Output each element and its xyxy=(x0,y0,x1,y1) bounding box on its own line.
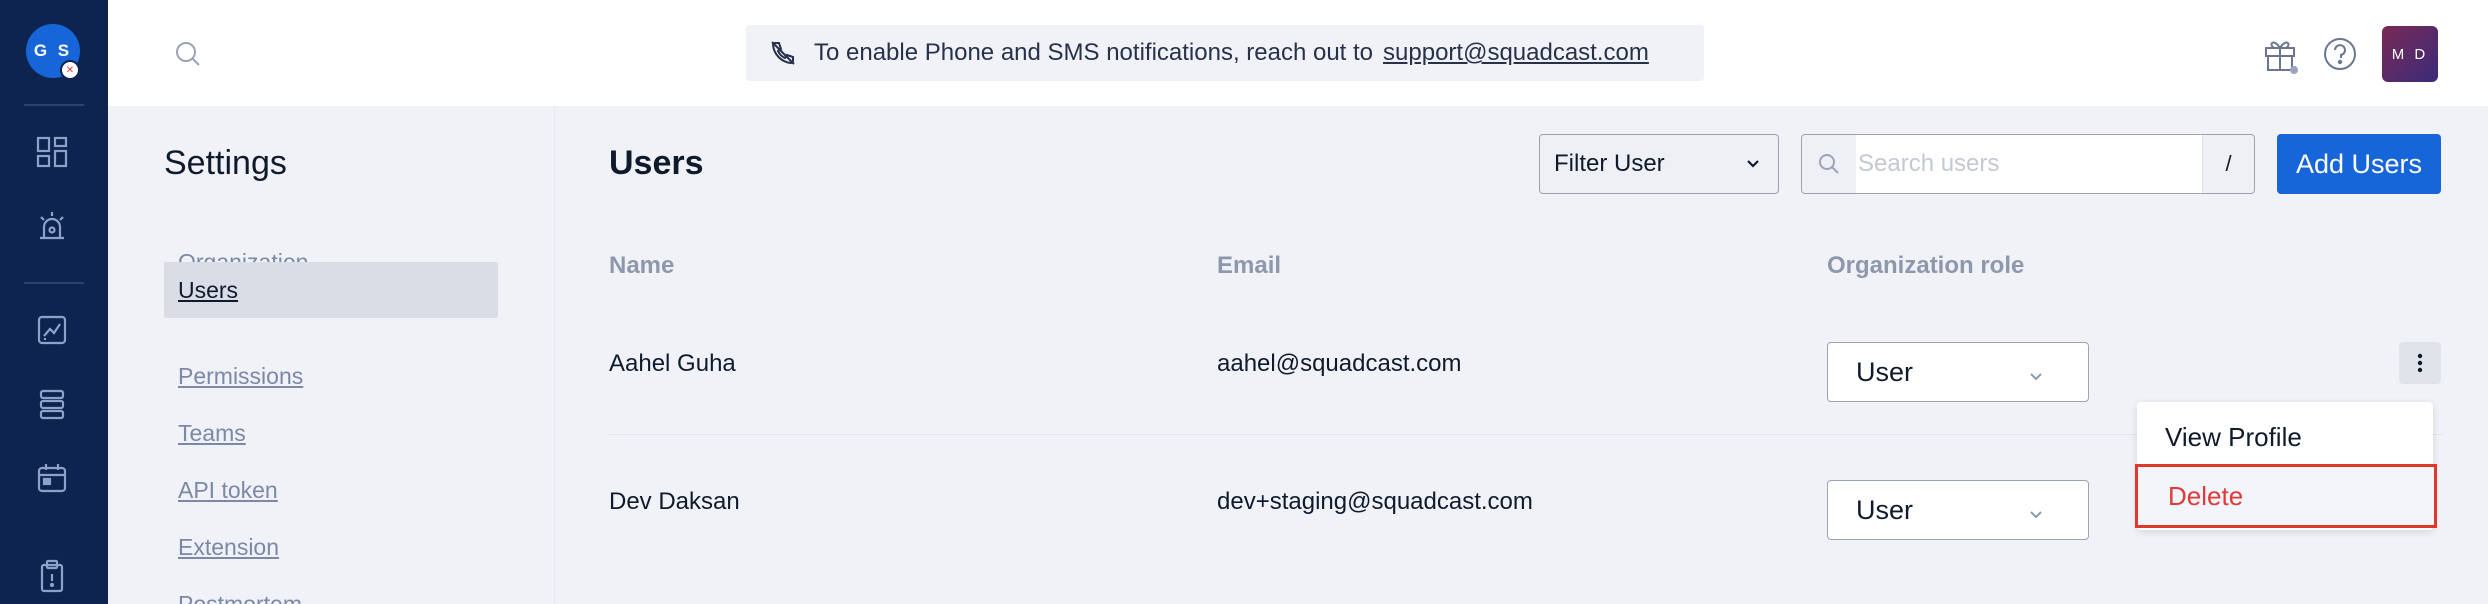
page-title: Users xyxy=(609,144,704,182)
settings-item-label: Teams xyxy=(178,419,246,446)
filter-user-label: Filter User xyxy=(1554,150,1665,177)
column-header-name: Name xyxy=(609,252,675,279)
role-select[interactable]: User xyxy=(1827,480,2089,540)
role-value: User xyxy=(1856,494,1914,525)
users-main: Users Filter User / Add Users Name Email… xyxy=(554,106,2488,604)
calendar-icon[interactable] xyxy=(32,458,72,498)
gift-icon[interactable] xyxy=(2260,34,2300,74)
chevron-down-icon xyxy=(1742,153,1764,175)
settings-item-api-token[interactable]: API token xyxy=(164,462,498,518)
column-header-email: Email xyxy=(1217,252,1282,279)
clipboard-icon[interactable] xyxy=(32,556,72,596)
chevron-down-icon xyxy=(2026,363,2046,383)
search-users-input[interactable] xyxy=(1856,135,2202,193)
settings-item-label: Extension xyxy=(178,533,280,560)
banner-text: To enable Phone and SMS notifications, r… xyxy=(814,39,1374,66)
search-users-box: / xyxy=(1801,134,2255,194)
org-badge-icon: ✕ xyxy=(60,60,80,80)
column-header-role: Organization role xyxy=(1827,252,2025,279)
phone-off-icon xyxy=(768,38,798,68)
settings-item-teams[interactable]: Teams xyxy=(164,405,498,461)
settings-sidebar: Settings Organization Users Permissions … xyxy=(108,106,554,604)
user-name: Aahel Guha xyxy=(609,350,736,377)
nav-divider xyxy=(24,104,84,106)
row-actions-kebab-icon[interactable] xyxy=(2399,342,2441,384)
delete-menu-item[interactable]: Delete xyxy=(2135,464,2437,528)
settings-title: Settings xyxy=(164,144,287,182)
view-profile-menu-item[interactable]: View Profile xyxy=(2137,408,2433,466)
role-select[interactable]: User xyxy=(1827,342,2089,402)
search-icon[interactable] xyxy=(172,38,204,70)
search-shortcut-hint: / xyxy=(2202,135,2254,193)
analytics-icon[interactable] xyxy=(32,310,72,350)
notification-banner: To enable Phone and SMS notifications, r… xyxy=(746,25,1704,81)
help-icon[interactable] xyxy=(2320,34,2360,74)
alert-icon[interactable] xyxy=(32,206,72,246)
nav-divider xyxy=(24,282,84,284)
settings-item-label: Permissions xyxy=(178,362,304,389)
row-actions-menu: View Profile Delete xyxy=(2135,402,2437,530)
settings-item-users[interactable]: Users xyxy=(164,262,498,318)
top-bar: To enable Phone and SMS notifications, r… xyxy=(108,0,2488,106)
user-avatar[interactable]: M D xyxy=(2382,26,2438,82)
settings-item-postmortem[interactable]: Postmortem xyxy=(164,576,498,604)
add-users-button[interactable]: Add Users xyxy=(2277,134,2441,194)
search-icon xyxy=(1802,135,1856,193)
filter-user-select[interactable]: Filter User xyxy=(1539,134,1779,194)
settings-item-label: Postmortem xyxy=(178,590,302,604)
services-icon[interactable] xyxy=(32,384,72,424)
settings-item-permissions[interactable]: Permissions xyxy=(164,348,498,404)
dashboard-icon[interactable] xyxy=(32,132,72,172)
left-nav: G S ✕ xyxy=(0,0,108,604)
chevron-down-icon xyxy=(2026,501,2046,521)
support-email-link[interactable]: support@squadcast.com xyxy=(1383,39,1649,67)
role-value: User xyxy=(1856,356,1914,387)
user-email: aahel@squadcast.com xyxy=(1217,350,1462,377)
settings-item-extension[interactable]: Extension xyxy=(164,519,498,575)
user-email: dev+staging@squadcast.com xyxy=(1217,488,1533,515)
user-name: Dev Daksan xyxy=(609,488,740,515)
settings-item-label: API token xyxy=(178,476,278,503)
settings-item-label: Users xyxy=(178,276,239,303)
